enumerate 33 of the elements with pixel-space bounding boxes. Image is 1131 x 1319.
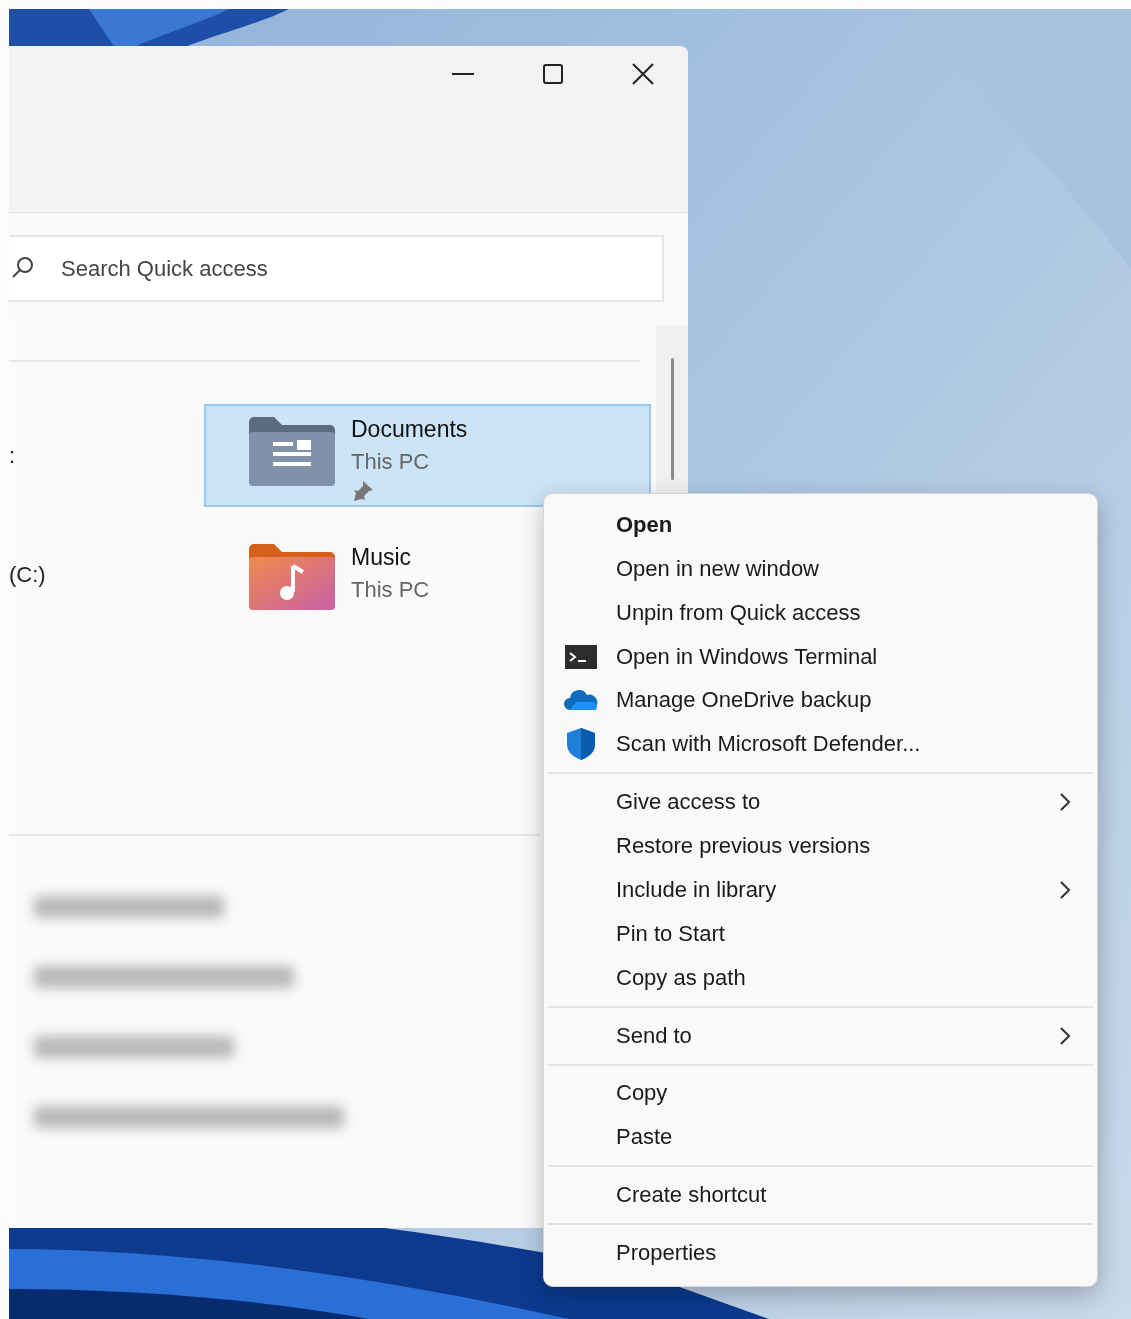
menu-item[interactable]: Open in new window	[548, 546, 1093, 591]
menu-item[interactable]: Give access to	[548, 780, 1093, 825]
cloud-icon	[564, 690, 598, 711]
menu-item[interactable]: Manage OneDrive backup	[548, 678, 1093, 723]
folder-location: This PC	[351, 577, 430, 603]
menu-item[interactable]: Send to	[548, 1013, 1093, 1058]
menu-item[interactable]: Copy as path	[548, 955, 1093, 1000]
folder-name: Documents	[351, 416, 468, 443]
menu-item[interactable]: Include in library	[548, 868, 1093, 912]
menu-item[interactable]: Restore previous versions	[548, 824, 1093, 868]
document-folder-icon	[249, 416, 335, 486]
folder-tile[interactable]: Documents This PC	[204, 404, 651, 507]
close-icon	[632, 63, 654, 85]
menu-item[interactable]: Paste	[548, 1115, 1093, 1160]
scrollbar-thumb[interactable]	[671, 358, 674, 480]
drive-label: (C:)	[9, 562, 47, 588]
menu-item[interactable]: Pin to Start	[548, 911, 1093, 956]
menu-item[interactable]: Scan with Microsoft Defender...	[548, 722, 1093, 767]
music-folder-icon	[249, 544, 335, 610]
folder-name: Music	[351, 544, 413, 571]
menu-item[interactable]: Copy	[548, 1071, 1093, 1116]
terminal-icon	[565, 644, 597, 669]
menu-item[interactable]: Unpin from Quick access	[548, 590, 1093, 635]
folder-location: This PC	[351, 449, 431, 475]
menu-item[interactable]: Open in Windows Terminal	[548, 634, 1093, 679]
search-icon	[11, 255, 35, 279]
menu-item[interactable]: Create shortcut	[548, 1173, 1093, 1218]
drive-label: :	[9, 442, 17, 469]
search-field[interactable]: Search Quick access	[9, 235, 664, 302]
menu-item[interactable]: Properties	[548, 1231, 1093, 1275]
minimize-icon	[452, 73, 474, 75]
shield-icon	[567, 728, 595, 761]
maximize-icon	[543, 64, 563, 84]
